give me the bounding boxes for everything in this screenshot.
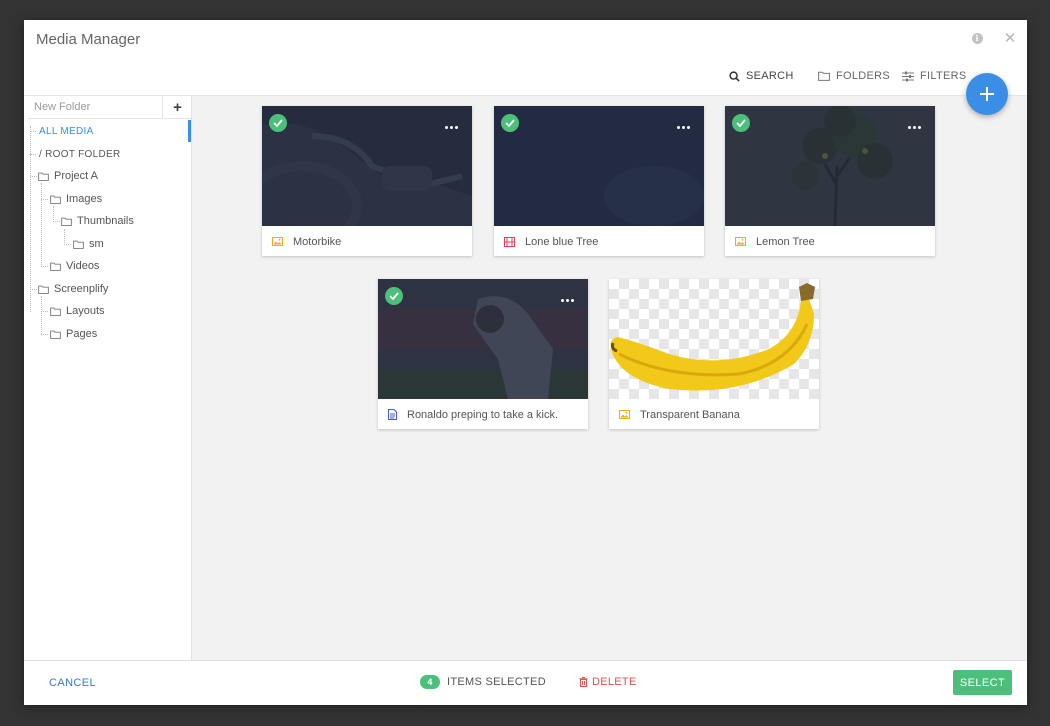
sidebar-item-label: Videos — [66, 260, 100, 272]
active-indicator — [188, 120, 191, 142]
media-caption: Transparent Banana — [609, 400, 819, 429]
media-caption: Lone blue Tree — [494, 227, 704, 256]
media-thumbnail — [262, 106, 472, 226]
sidebar-item-label: Project A — [54, 170, 99, 182]
document-file-icon — [388, 409, 397, 420]
selected-check-icon[interactable] — [732, 114, 750, 132]
media-card-motorbike[interactable]: Motorbike — [262, 106, 472, 256]
search-label: SEARCH — [746, 70, 794, 82]
media-card-ronaldo[interactable]: Ronaldo preping to take a kick. — [378, 279, 588, 429]
add-folder-button[interactable]: + — [164, 96, 191, 119]
folder-icon — [50, 195, 61, 204]
sidebar-item-videos[interactable]: Videos — [50, 258, 99, 274]
sidebar-item-images[interactable]: Images — [50, 191, 102, 207]
selected-label: ITEMS SELECTED — [447, 676, 546, 688]
trash-icon — [579, 677, 588, 687]
folder-icon — [38, 285, 49, 294]
sidebar-item-label: / ROOT FOLDER — [39, 148, 121, 160]
new-folder-input[interactable] — [28, 96, 163, 119]
media-caption: Ronaldo preping to take a kick. — [378, 400, 588, 429]
media-manager-dialog: Media Manager i ✕ SEARCH FOLDERS FILTERS… — [24, 20, 1027, 705]
folder-icon — [50, 262, 61, 271]
video-file-icon — [504, 236, 515, 247]
sidebar-item-label: Thumbnails — [77, 215, 134, 227]
sidebar-item-label: Screenplify — [54, 283, 109, 295]
folder-icon — [38, 172, 49, 181]
folder-icon — [73, 240, 84, 249]
plus-icon — [980, 87, 994, 101]
media-card-lone-blue-tree[interactable]: Lone blue Tree — [494, 106, 704, 256]
more-options-icon[interactable] — [908, 112, 929, 129]
selected-check-icon[interactable] — [385, 287, 403, 305]
selected-check-icon[interactable] — [269, 114, 287, 132]
sidebar-item-root-folder[interactable]: / ROOT FOLDER — [39, 146, 121, 162]
search-button[interactable]: SEARCH — [729, 69, 794, 83]
image-file-icon — [272, 237, 283, 246]
media-caption: Lemon Tree — [725, 227, 935, 256]
sidebar-item-sm[interactable]: sm — [73, 236, 104, 252]
info-icon[interactable]: i — [970, 31, 984, 45]
media-card-transparent-banana[interactable]: Transparent Banana — [609, 279, 819, 429]
sidebar-item-label: Images — [66, 193, 103, 205]
delete-label: DELETE — [592, 676, 637, 688]
more-options-icon[interactable] — [445, 112, 466, 129]
filters-label: FILTERS — [920, 70, 967, 82]
media-name: Lemon Tree — [756, 235, 815, 248]
folder-sidebar: + ALL MEDIA / ROOT FOLDER Project A Imag — [24, 96, 192, 660]
sidebar-item-screenplify[interactable]: Screenplify — [38, 281, 108, 297]
add-media-button[interactable] — [966, 73, 1008, 115]
sidebar-item-all-media[interactable]: ALL MEDIA — [39, 123, 94, 139]
sidebar-item-layouts[interactable]: Layouts — [50, 303, 105, 319]
sidebar-item-project-a[interactable]: Project A — [38, 168, 98, 184]
folder-icon — [61, 217, 72, 226]
folders-label: FOLDERS — [836, 70, 891, 82]
search-icon — [729, 70, 740, 82]
media-name: Ronaldo preping to take a kick. — [407, 408, 559, 421]
sidebar-item-label: Pages — [66, 328, 98, 340]
dialog-header: Media Manager i ✕ SEARCH FOLDERS FILTERS — [24, 20, 1027, 96]
delete-button[interactable]: DELETE — [579, 676, 637, 688]
sidebar-item-label: ALL MEDIA — [39, 125, 94, 137]
cancel-button[interactable]: CANCEL — [49, 677, 96, 689]
folder-icon — [50, 330, 61, 339]
sidebar-item-thumbnails[interactable]: Thumbnails — [61, 213, 134, 229]
media-grid: Motorbike Lone blue Tree Lemon Tree Rona… — [192, 96, 1027, 660]
folder-icon — [50, 307, 61, 316]
sidebar-item-pages[interactable]: Pages — [50, 326, 97, 342]
folder-icon — [818, 71, 830, 81]
media-thumbnail — [725, 106, 935, 226]
more-options-icon[interactable] — [561, 285, 582, 302]
select-button[interactable]: SELECT — [953, 670, 1012, 695]
folders-button[interactable]: FOLDERS — [818, 69, 890, 83]
selected-check-icon[interactable] — [501, 114, 519, 132]
selection-status: 4 ITEMS SELECTED — [420, 675, 546, 689]
media-name: Motorbike — [293, 235, 342, 248]
close-icon[interactable]: ✕ — [1003, 30, 1017, 47]
media-name: Transparent Banana — [640, 408, 740, 421]
media-thumbnail — [378, 279, 588, 399]
media-caption: Motorbike — [262, 227, 472, 256]
media-card-lemon-tree[interactable]: Lemon Tree — [725, 106, 935, 256]
selected-count-badge: 4 — [420, 675, 440, 689]
sliders-icon — [902, 71, 914, 81]
dialog-title: Media Manager — [36, 31, 141, 48]
sidebar-item-label: sm — [89, 238, 104, 250]
media-name: Lone blue Tree — [525, 235, 599, 248]
media-thumbnail — [494, 106, 704, 226]
image-file-icon — [735, 237, 746, 246]
sidebar-item-label: Layouts — [66, 305, 105, 317]
image-file-icon — [619, 410, 630, 419]
dialog-footer: CANCEL 4 ITEMS SELECTED DELETE SELECT — [24, 660, 1027, 705]
media-thumbnail — [609, 279, 819, 399]
more-options-icon[interactable] — [677, 112, 698, 129]
filters-button[interactable]: FILTERS — [902, 69, 967, 83]
